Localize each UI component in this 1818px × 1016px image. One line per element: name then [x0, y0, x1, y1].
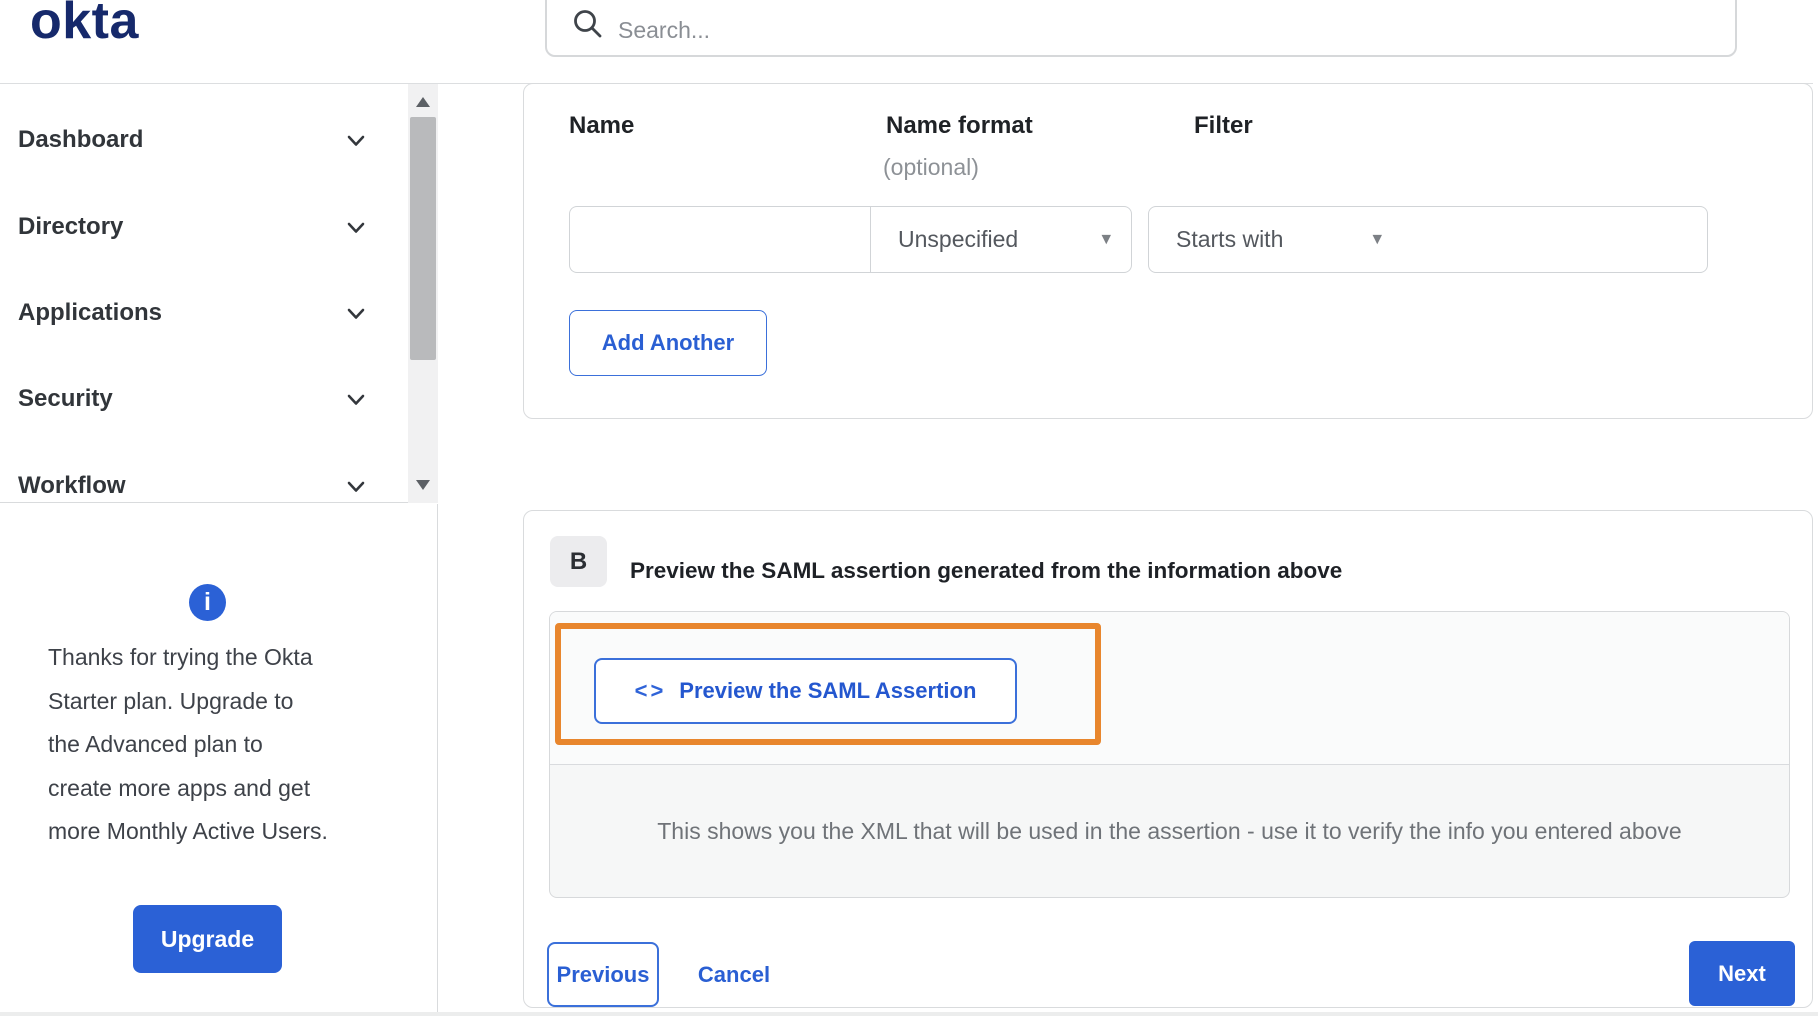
sidebar-item-label: Applications [18, 299, 163, 326]
name-format-value: Unspecified [898, 226, 1019, 252]
upgrade-message-line: the Advanced plan to [48, 731, 263, 758]
scroll-down-arrow-icon[interactable] [416, 480, 430, 490]
filter-operator-dropdown[interactable]: Starts with ▾ [1148, 206, 1403, 273]
sidebar-item-applications[interactable]: Applications [0, 270, 408, 356]
previous-button[interactable]: Previous [547, 942, 659, 1007]
sidebar-nav: Dashboard Directory Applications Securit… [0, 84, 438, 503]
sidebar-item-label: Workflow [18, 472, 126, 499]
scroll-up-arrow-icon[interactable] [416, 97, 430, 107]
name-format-column-label: Name format [886, 112, 1033, 139]
sidebar-item-label: Directory [18, 213, 124, 240]
info-icon: i [189, 584, 226, 621]
filter-operator-value: Starts with [1176, 226, 1284, 252]
preview-hint-text: This shows you the XML that will be used… [657, 818, 1682, 844]
chevron-down-icon [347, 307, 365, 325]
sidebar-item-dashboard[interactable]: Dashboard [0, 97, 408, 183]
chevron-down-icon [347, 134, 365, 152]
attribute-name-field [569, 206, 871, 273]
upgrade-message-line: create more apps and get [48, 774, 311, 801]
sidebar-item-label: Dashboard [18, 126, 144, 153]
preview-button-label: Preview the SAML Assertion [679, 678, 977, 703]
code-icon: <> [634, 678, 667, 703]
preview-button-area: <> Preview the SAML Assertion [550, 612, 1789, 765]
chevron-down-icon [347, 480, 365, 498]
next-button[interactable]: Next [1689, 941, 1795, 1006]
attribute-name-input[interactable] [570, 207, 871, 272]
sidebar-item-security[interactable]: Security [0, 356, 408, 442]
preview-saml-assertion-button[interactable]: <> Preview the SAML Assertion [594, 658, 1017, 724]
section-b-title: Preview the SAML assertion generated fro… [630, 558, 1343, 583]
okta-logo[interactable]: okta [30, 0, 139, 51]
dropdown-caret-icon: ▾ [1372, 228, 1382, 250]
name-format-optional-label: (optional) [883, 154, 979, 180]
name-format-dropdown[interactable]: Unspecified ▾ [870, 206, 1132, 273]
sidebar-scrollbar[interactable] [408, 84, 438, 503]
name-column-label: Name [569, 112, 635, 139]
saml-preview-card: B Preview the SAML assertion generated f… [523, 510, 1813, 1008]
filter-value-field [1402, 206, 1708, 273]
upgrade-message-line: Starter plan. Upgrade to [48, 687, 294, 714]
global-search [545, 0, 1737, 57]
filter-value-input[interactable] [1402, 207, 1707, 272]
window-bottom-edge [0, 1012, 1818, 1016]
sidebar-item-label: Security [18, 385, 113, 412]
upgrade-message-line: Thanks for trying the Okta [48, 644, 313, 670]
add-another-button[interactable]: Add Another [569, 310, 767, 376]
scrollbar-thumb[interactable] [410, 117, 436, 360]
step-b-badge: B [550, 536, 607, 587]
sidebar-item-directory[interactable]: Directory [0, 184, 408, 270]
chevron-down-icon [347, 393, 365, 411]
upgrade-message-line: more Monthly Active Users. [48, 818, 328, 845]
dropdown-caret-icon: ▾ [1101, 228, 1111, 250]
preview-panel: <> Preview the SAML Assertion This shows… [549, 611, 1790, 898]
upgrade-panel: i Thanks for trying the Okta Starter pla… [0, 504, 438, 1016]
upgrade-message: Thanks for trying the Okta Starter plan.… [48, 636, 378, 854]
chevron-down-icon [347, 221, 365, 239]
upgrade-button[interactable]: Upgrade [133, 905, 282, 973]
attribute-statements-card: Name Name format (optional) Filter Unspe… [523, 83, 1813, 419]
search-input[interactable] [616, 16, 1616, 45]
filter-column-label: Filter [1194, 112, 1253, 139]
search-icon [572, 8, 604, 45]
cancel-button[interactable]: Cancel [674, 942, 794, 1007]
